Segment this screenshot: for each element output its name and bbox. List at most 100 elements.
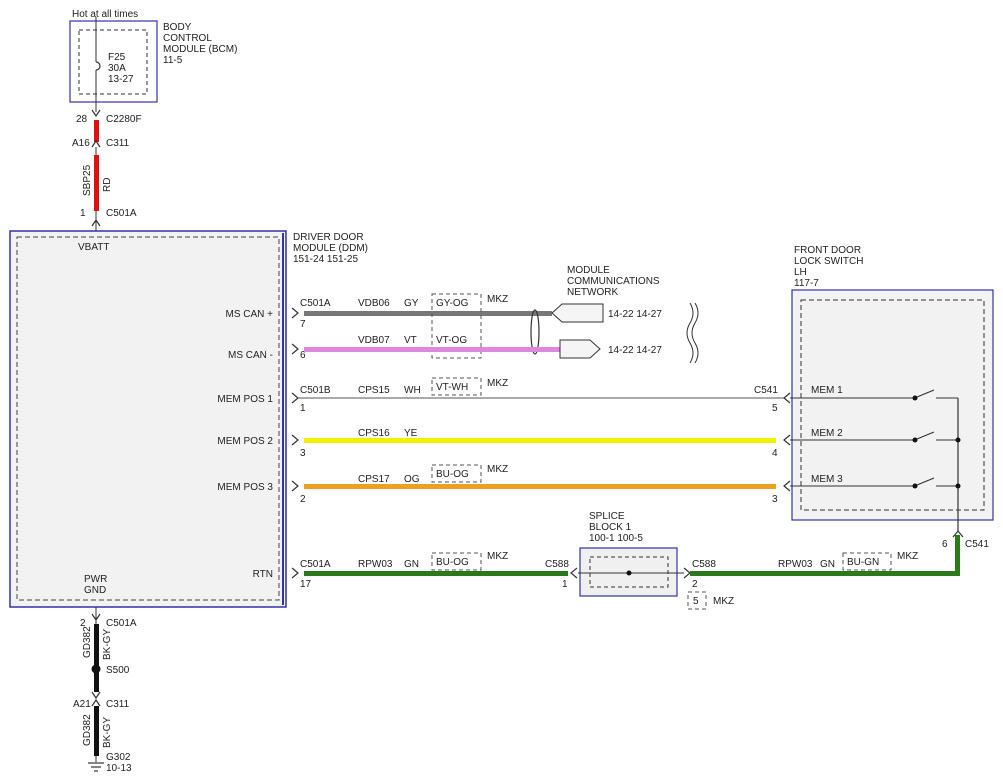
switch-mem1-label: MEM 1 bbox=[811, 385, 843, 396]
rtn-mkz: MKZ bbox=[487, 551, 508, 562]
ddm-pin-mem-pos-3: MEM POS 3 bbox=[217, 482, 273, 493]
wire-ground-2[interactable] bbox=[94, 672, 99, 692]
connector-mem3-icon bbox=[291, 480, 299, 492]
ground-color2: BK-GY bbox=[102, 717, 113, 748]
rtn-pin: 17 bbox=[300, 579, 312, 590]
mem1-conn: C501B bbox=[300, 385, 331, 396]
connector-c588-out-icon bbox=[683, 567, 691, 579]
feed-c1-id: C2280F bbox=[106, 114, 142, 125]
rtn-splice-in-pin: 1 bbox=[562, 579, 568, 590]
rtn-splice-out-conn: C588 bbox=[692, 559, 716, 570]
ddm-vbatt-label: VBATT bbox=[78, 242, 109, 253]
feed-c3-id: C501A bbox=[106, 208, 137, 219]
bcm-name-line1: BODY bbox=[163, 22, 192, 33]
splice-name-line1: SPLICE bbox=[589, 511, 625, 522]
feed-c2-pin: A16 bbox=[72, 138, 90, 149]
wire-red-segment-2[interactable] bbox=[94, 155, 99, 211]
switch-mem2-contact-icon bbox=[912, 437, 918, 443]
connector-c541-mem1-icon bbox=[783, 392, 791, 404]
mem3-circuit: CPS17 bbox=[358, 474, 390, 485]
feed-color: RD bbox=[102, 178, 113, 192]
rtn-alt-color: BU-OG bbox=[436, 557, 469, 568]
feed-c3-pin: 1 bbox=[80, 208, 86, 219]
network-connector-minus-icon[interactable] bbox=[559, 339, 601, 359]
ground-circuit: GD382 bbox=[82, 626, 93, 658]
splice-node-icon bbox=[626, 570, 632, 576]
ddm-pwr-label: PWR bbox=[84, 574, 107, 585]
can-plus-dest: 14-22 14-27 bbox=[608, 309, 662, 320]
connector-can-plus-icon bbox=[291, 307, 299, 319]
mem1-color: WH bbox=[404, 385, 421, 396]
wiring-diagram: Hot at all times F25 30A 13-27 BODY CONT… bbox=[9, 9, 994, 774]
rtn-color: GN bbox=[404, 559, 419, 570]
ground-color: BK-GY bbox=[102, 629, 113, 660]
connector-c541-mem3-icon bbox=[783, 480, 791, 492]
connector-mem1-icon bbox=[291, 392, 299, 404]
mem1-mkz: MKZ bbox=[487, 378, 508, 389]
wire-can-plus[interactable] bbox=[304, 311, 552, 316]
can-minus-alt-color: VT-OG bbox=[436, 335, 467, 346]
ground-c2-id: C311 bbox=[106, 699, 130, 710]
ddm-outline[interactable] bbox=[9, 230, 287, 608]
rtn-circuit2: RPW03 bbox=[778, 559, 813, 570]
wire-ground-3[interactable] bbox=[94, 706, 99, 756]
switch-ref: 117-7 bbox=[794, 278, 819, 289]
hot-at-all-times-label: Hot at all times bbox=[72, 9, 138, 20]
mem2-circuit: CPS16 bbox=[358, 428, 390, 439]
mem3-mkz: MKZ bbox=[487, 464, 508, 475]
ddm-pin-mem-pos-1: MEM POS 1 bbox=[217, 394, 273, 405]
wire-rtn[interactable] bbox=[304, 571, 568, 576]
rtn-circuit: RPW03 bbox=[358, 559, 393, 570]
switch-mem2-label: MEM 2 bbox=[811, 428, 843, 439]
rtn-splice-in-conn: C588 bbox=[545, 559, 569, 570]
connector-rtn-icon bbox=[291, 567, 299, 579]
wire-red-segment-1[interactable] bbox=[94, 120, 99, 142]
ground-circuit2: GD382 bbox=[82, 714, 93, 746]
switch-mem1-contact-icon bbox=[912, 395, 918, 401]
mem2-pin: 3 bbox=[300, 448, 306, 459]
ddm-refs: 151-24 151-25 bbox=[293, 254, 358, 265]
connector-c541-mem2-icon bbox=[783, 434, 791, 446]
switch-name-line1: FRONT DOOR bbox=[794, 245, 861, 256]
fuse-rating: 30A bbox=[108, 63, 126, 74]
can-plus-alt-color: GY-OG bbox=[436, 298, 469, 309]
mem2-far-pin: 4 bbox=[772, 448, 778, 459]
feed-c2-id: C311 bbox=[106, 138, 130, 149]
ground-g-ref: 10-13 bbox=[106, 763, 132, 774]
splice-refs: 100-1 100-5 bbox=[589, 533, 643, 544]
ground-c1-id: C501A bbox=[106, 618, 137, 629]
ground-splice-id: S500 bbox=[106, 665, 130, 676]
network-connector-plus-icon[interactable] bbox=[551, 303, 604, 323]
fuse-id: F25 bbox=[108, 52, 126, 63]
splice-name-line2: BLOCK 1 bbox=[589, 522, 632, 533]
rtn-color2: GN bbox=[820, 559, 835, 570]
connector-c311-gnd-icon bbox=[91, 691, 101, 700]
can-plus-mkz: MKZ bbox=[487, 294, 508, 305]
feed-circuit: SBP25 bbox=[82, 164, 93, 196]
switch-node-2-icon bbox=[955, 437, 961, 443]
ground-c2-pin: A21 bbox=[73, 699, 91, 710]
mem3-far-pin: 3 bbox=[772, 494, 778, 505]
mem3-alt-color: BU-OG bbox=[436, 469, 469, 480]
switch-mem3-contact-icon bbox=[912, 483, 918, 489]
rtn-far-pin: 6 bbox=[942, 539, 948, 550]
ddm-pin-ms-can-plus: MS CAN + bbox=[225, 309, 273, 320]
mem1-pin: 1 bbox=[300, 403, 306, 414]
wire-can-minus[interactable] bbox=[304, 347, 560, 352]
can-plus-pin: 7 bbox=[300, 319, 306, 330]
ddm-pin-rtn: RTN bbox=[253, 569, 273, 580]
wire-rtn-riser[interactable] bbox=[955, 535, 960, 576]
rtn-far-conn: C541 bbox=[965, 539, 989, 550]
network-name-line2: COMMUNICATIONS bbox=[567, 276, 660, 287]
mem1-circuit: CPS15 bbox=[358, 385, 390, 396]
feed-c1-pin: 28 bbox=[76, 114, 88, 125]
mem3-color: OG bbox=[404, 474, 420, 485]
can-plus-color: GY bbox=[404, 298, 419, 309]
rtn-mkz-pin-label: MKZ bbox=[713, 596, 734, 607]
mem1-far-conn: C541 bbox=[754, 385, 778, 396]
ddm-name-line1: DRIVER DOOR bbox=[293, 232, 364, 243]
mem3-pin: 2 bbox=[300, 494, 306, 505]
rtn-alt-color2: BU-GN bbox=[847, 557, 879, 568]
ground-g-id: G302 bbox=[106, 752, 131, 763]
wire-rtn-2[interactable] bbox=[690, 571, 958, 576]
